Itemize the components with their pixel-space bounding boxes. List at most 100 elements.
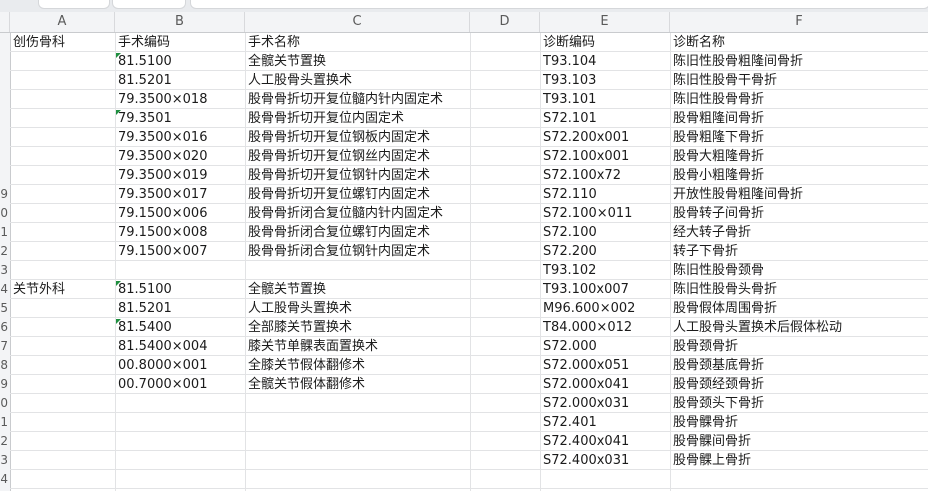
cell-a[interactable]: [10, 337, 115, 356]
cell-c[interactable]: [245, 394, 470, 413]
cell-c[interactable]: 股骨骨折切开复位钢板内固定术: [245, 128, 470, 147]
cell-f[interactable]: 陈旧性股骨颈骨: [670, 261, 928, 280]
cell-b[interactable]: 81.5400×004: [115, 337, 245, 356]
cell-c[interactable]: 股骨骨折切开复位内固定术: [245, 109, 470, 128]
row-number[interactable]: 3: [0, 451, 8, 470]
cell-b[interactable]: 81.5400: [115, 318, 245, 337]
cell-a[interactable]: [10, 128, 115, 147]
cell-c[interactable]: 全髋关节置换: [245, 280, 470, 299]
cell-e[interactable]: S72.100x001: [540, 147, 670, 166]
cell-c[interactable]: 股骨骨折闭合复位螺钉内固定术: [245, 223, 470, 242]
row-number[interactable]: 3: [0, 261, 8, 280]
cell-f[interactable]: 股骨髁骨折: [670, 413, 928, 432]
cell-b[interactable]: 79.3500×017: [115, 185, 245, 204]
cell-e[interactable]: S72.200x001: [540, 128, 670, 147]
cell-e[interactable]: T93.102: [540, 261, 670, 280]
cell-e[interactable]: T93.100x007: [540, 280, 670, 299]
cell-e[interactable]: S72.000x031: [540, 394, 670, 413]
cell-c[interactable]: [245, 261, 470, 280]
cell-b[interactable]: [115, 432, 245, 451]
row-number[interactable]: [0, 71, 8, 90]
cell-c[interactable]: 股骨骨折闭合复位钢针内固定术: [245, 242, 470, 261]
row-number[interactable]: 7: [0, 337, 8, 356]
row-number[interactable]: 1: [0, 223, 8, 242]
select-all-corner[interactable]: [0, 12, 10, 32]
number-as-text-indicator-icon[interactable]: [116, 281, 121, 286]
cell-b[interactable]: 79.3500×018: [115, 90, 245, 109]
column-header-b[interactable]: B: [115, 12, 245, 32]
cell-b[interactable]: [115, 470, 245, 489]
number-as-text-indicator-icon[interactable]: [116, 319, 121, 324]
cell-f[interactable]: 陈旧性股骨粗隆间骨折: [670, 52, 928, 71]
cell-e[interactable]: 诊断编码: [540, 33, 670, 52]
cell-b[interactable]: 81.5201: [115, 71, 245, 90]
cell-e[interactable]: M96.600×002: [540, 299, 670, 318]
row-number[interactable]: [0, 166, 8, 185]
cell-a[interactable]: [10, 470, 115, 489]
cell-a[interactable]: [10, 204, 115, 223]
row-number[interactable]: 2: [0, 432, 8, 451]
cell-f[interactable]: 股骨颈头下骨折: [670, 394, 928, 413]
cell-c[interactable]: 股骨骨折切开复位髓内针内固定术: [245, 90, 470, 109]
row-number[interactable]: [0, 147, 8, 166]
cell-f[interactable]: 股骨粗隆间骨折: [670, 109, 928, 128]
cell-f[interactable]: 股骨髁上骨折: [670, 451, 928, 470]
cell-e[interactable]: S72.200: [540, 242, 670, 261]
cell-b[interactable]: 79.3501: [115, 109, 245, 128]
cell-f[interactable]: 陈旧性股骨干骨折: [670, 71, 928, 90]
cell-a[interactable]: [10, 185, 115, 204]
cell-a[interactable]: 创伤骨科: [10, 33, 115, 52]
cell-b[interactable]: [115, 413, 245, 432]
cell-f[interactable]: 转子下骨折: [670, 242, 928, 261]
row-number[interactable]: [0, 109, 8, 128]
row-number[interactable]: 0: [0, 204, 8, 223]
row-number[interactable]: 5: [0, 299, 8, 318]
cell-c[interactable]: [245, 470, 470, 489]
cell-a[interactable]: [10, 413, 115, 432]
cell-c[interactable]: 股骨骨折切开复位钢丝内固定术: [245, 147, 470, 166]
cell-b[interactable]: 79.1500×006: [115, 204, 245, 223]
cell-c[interactable]: 股骨骨折闭合复位髓内针内固定术: [245, 204, 470, 223]
cell-e[interactable]: S72.401: [540, 413, 670, 432]
cell-f[interactable]: 陈旧性股骨头骨折: [670, 280, 928, 299]
cell-b[interactable]: 81.5100: [115, 52, 245, 71]
cell-e[interactable]: S72.100x72: [540, 166, 670, 185]
row-number[interactable]: [0, 90, 8, 109]
cell-a[interactable]: [10, 261, 115, 280]
cell-c[interactable]: [245, 432, 470, 451]
cell-a[interactable]: [10, 71, 115, 90]
row-number[interactable]: 8: [0, 356, 8, 375]
column-header-a[interactable]: A: [10, 12, 115, 32]
row-number[interactable]: 4: [0, 280, 8, 299]
cell-a[interactable]: [10, 90, 115, 109]
cell-b[interactable]: 79.3500×016: [115, 128, 245, 147]
cell-f[interactable]: 股骨颈基底骨折: [670, 356, 928, 375]
cell-a[interactable]: [10, 166, 115, 185]
cell-c[interactable]: [245, 451, 470, 470]
row-number[interactable]: 9: [0, 185, 8, 204]
cell-e[interactable]: [540, 470, 670, 489]
cell-f[interactable]: 诊断名称: [670, 33, 928, 52]
column-header-d[interactable]: D: [470, 12, 540, 32]
row-number[interactable]: [0, 52, 8, 71]
row-number[interactable]: [0, 128, 8, 147]
cell-e[interactable]: T93.101: [540, 90, 670, 109]
cell-a[interactable]: [10, 356, 115, 375]
cell-a[interactable]: [10, 223, 115, 242]
cell-f[interactable]: 经大转子骨折: [670, 223, 928, 242]
cell-b[interactable]: [115, 394, 245, 413]
window-tab[interactable]: [190, 0, 928, 9]
cell-f[interactable]: 股骨颈经颈骨折: [670, 375, 928, 394]
cell-c[interactable]: 全膝关节假体翻修术: [245, 356, 470, 375]
cell-a[interactable]: [10, 52, 115, 71]
number-as-text-indicator-icon[interactable]: [116, 110, 121, 115]
cell-c[interactable]: [245, 413, 470, 432]
cell-b[interactable]: 00.7000×001: [115, 375, 245, 394]
cell-f[interactable]: 股骨髁间骨折: [670, 432, 928, 451]
cell-a[interactable]: [10, 375, 115, 394]
row-number[interactable]: 6: [0, 318, 8, 337]
cell-e[interactable]: S72.000x041: [540, 375, 670, 394]
cell-b[interactable]: 79.3500×019: [115, 166, 245, 185]
cell-e[interactable]: S72.100×011: [540, 204, 670, 223]
row-number[interactable]: 1: [0, 413, 8, 432]
